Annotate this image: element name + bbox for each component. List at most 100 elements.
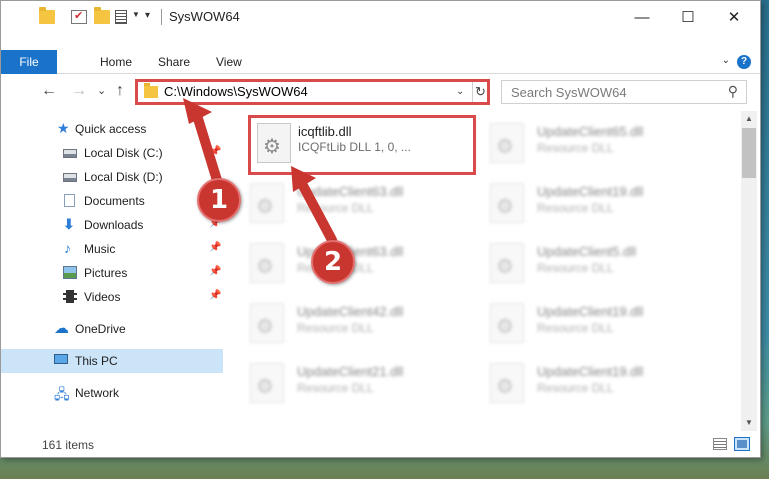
disk-icon [63,149,77,158]
file-name: icqftlib.dll [298,124,352,139]
details-view-icon[interactable] [713,438,727,450]
tab-home[interactable]: Home [100,50,132,74]
title-separator [161,9,162,25]
dll-file-icon [250,243,284,283]
step-1-badge: 1 [197,178,241,222]
address-path[interactable]: C:\Windows\SysWOW64 [164,84,308,99]
up-button[interactable]: ↑ [116,82,124,100]
file-type: Resource DLL [537,201,614,215]
tab-file[interactable]: File [1,50,57,74]
pin-icon[interactable]: 📌 [209,290,221,301]
details-icon[interactable] [115,10,127,24]
new-folder-icon[interactable] [94,7,110,24]
expand-ribbon-icon[interactable]: ⌄ [722,55,730,66]
file-item[interactable]: UpdateClient5.dll Resource DLL [481,235,711,295]
step-2-badge: 2 [311,240,355,284]
address-bar[interactable]: C:\Windows\SysWOW64 ⌄ ↻ [135,79,490,105]
sidebar-item-local-disk-d[interactable]: Local Disk (D:) [1,165,223,189]
file-item[interactable]: UpdateClient42.dll Resource DLL [241,295,471,355]
file-name: UpdateClient19.dll [537,364,644,379]
search-icon[interactable]: ⚲ [728,83,738,100]
onedrive-icon: ☁ [54,320,69,337]
sidebar-item-pictures[interactable]: Pictures 📌 [1,261,223,285]
folder-icon[interactable] [39,7,55,24]
file-name: UpdateClient19.dll [537,184,644,199]
sidebar-item-label: Downloads [84,218,144,232]
navigation-pane: ★ Quick access Local Disk (C:) 📌 Local D… [1,111,223,421]
file-item[interactable]: UpdateClient19.dll Resource DLL [481,175,711,235]
dll-file-icon [257,123,291,163]
minimize-button[interactable]: — [619,1,665,34]
close-button[interactable]: ✕ [711,1,757,34]
dll-file-icon [490,363,524,403]
sidebar-item-label: Local Disk (C:) [84,146,163,160]
window-title: SysWOW64 [169,9,240,24]
file-name: UpdateClient65.dll [537,124,644,139]
refresh-icon[interactable]: ↻ [472,82,488,102]
navigation-bar: ← → ⌄ ↑ C:\Windows\SysWOW64 ⌄ ↻ Search S… [1,77,760,107]
star-icon: ★ [57,120,70,136]
back-button[interactable]: ← [41,82,57,100]
file-item[interactable]: UpdateClient63.dll Resource DLL [241,235,471,295]
ribbon-tabs: File Home Share View ⌄ ? [1,50,760,74]
file-item[interactable]: UpdateClient19.dll Resource DLL [481,355,711,415]
sidebar-item-label: Quick access [75,122,147,136]
file-item[interactable]: UpdateClient21.dll Resource DLL [241,355,471,415]
file-type: Resource DLL [297,381,374,395]
sidebar-item-network[interactable]: 🖧 Network [1,381,223,405]
file-name: UpdateClient21.dll [297,364,404,379]
file-name: UpdateClient42.dll [297,304,404,319]
sidebar-item-documents[interactable]: Documents 📌 [1,189,223,213]
forward-button[interactable]: → [71,82,87,100]
file-explorer-window: ▼ ▾ SysWOW64 — ☐ ✕ File Home Share View … [0,0,761,458]
item-count: 161 items [42,438,95,452]
scroll-down-icon[interactable]: ▼ [741,415,757,431]
file-item-icqftlib[interactable]: icqftlib.dll ICQFtLib DLL 1, 0, ... [248,115,476,175]
help-icon[interactable]: ? [737,55,751,69]
sidebar-item-quick-access[interactable]: ★ Quick access [1,117,223,141]
sidebar-item-downloads[interactable]: ⬇ Downloads 📌 [1,213,223,237]
dll-file-icon [490,243,524,283]
pin-icon[interactable]: 📌 [209,146,221,157]
folder-icon [144,83,158,98]
recent-locations-button[interactable]: ⌄ [97,84,106,97]
sidebar-item-onedrive[interactable]: ☁ OneDrive [1,317,223,341]
title-bar: ▼ ▾ SysWOW64 — ☐ ✕ [1,1,760,34]
sidebar-item-label: Music [84,242,116,256]
customize-toolbar-icon[interactable]: ▾ [145,10,150,21]
quick-access-dropdown-icon[interactable]: ▼ [132,10,140,19]
status-bar: 161 items [1,433,760,457]
tab-share[interactable]: Share [158,50,190,74]
sidebar-item-music[interactable]: ♪ Music 📌 [1,237,223,261]
network-icon: 🖧 [54,386,70,402]
scrollbar-thumb[interactable] [742,128,756,178]
search-input[interactable]: Search SysWOW64 ⚲ [501,80,747,104]
vertical-scrollbar[interactable]: ▲ ▼ [741,111,757,431]
computer-icon [54,354,68,364]
dll-file-icon [490,303,524,343]
pin-icon[interactable]: 📌 [209,242,221,253]
sidebar-item-local-disk-c[interactable]: Local Disk (C:) 📌 [1,141,223,165]
maximize-button[interactable]: ☐ [665,1,711,34]
file-item[interactable]: UpdateClient65.dll Resource DLL [481,115,711,175]
file-item[interactable]: UpdateClient63.dll Resource DLL [241,175,471,235]
documents-icon [64,194,75,207]
music-icon: ♪ [64,240,71,256]
pin-icon[interactable]: 📌 [209,266,221,277]
tab-view[interactable]: View [216,50,242,74]
downloads-icon: ⬇ [63,216,75,232]
scroll-up-icon[interactable]: ▲ [741,111,757,127]
file-item[interactable]: UpdateClient19.dll Resource DLL [481,295,711,355]
sidebar-item-label: Local Disk (D:) [84,170,163,184]
sidebar-item-this-pc[interactable]: This PC [1,349,223,373]
sidebar-item-label: Network [75,386,120,400]
file-type: ICQFtLib DLL 1, 0, ... [298,140,411,154]
file-type: Resource DLL [537,381,614,395]
address-dropdown-icon[interactable]: ⌄ [456,86,464,97]
file-type: Resource DLL [537,321,614,335]
file-type: Resource DLL [537,141,614,155]
large-icons-view-icon[interactable] [734,437,750,451]
properties-check-icon[interactable] [71,9,87,24]
sidebar-item-label: Documents [84,194,145,208]
sidebar-item-videos[interactable]: Videos 📌 [1,285,223,309]
